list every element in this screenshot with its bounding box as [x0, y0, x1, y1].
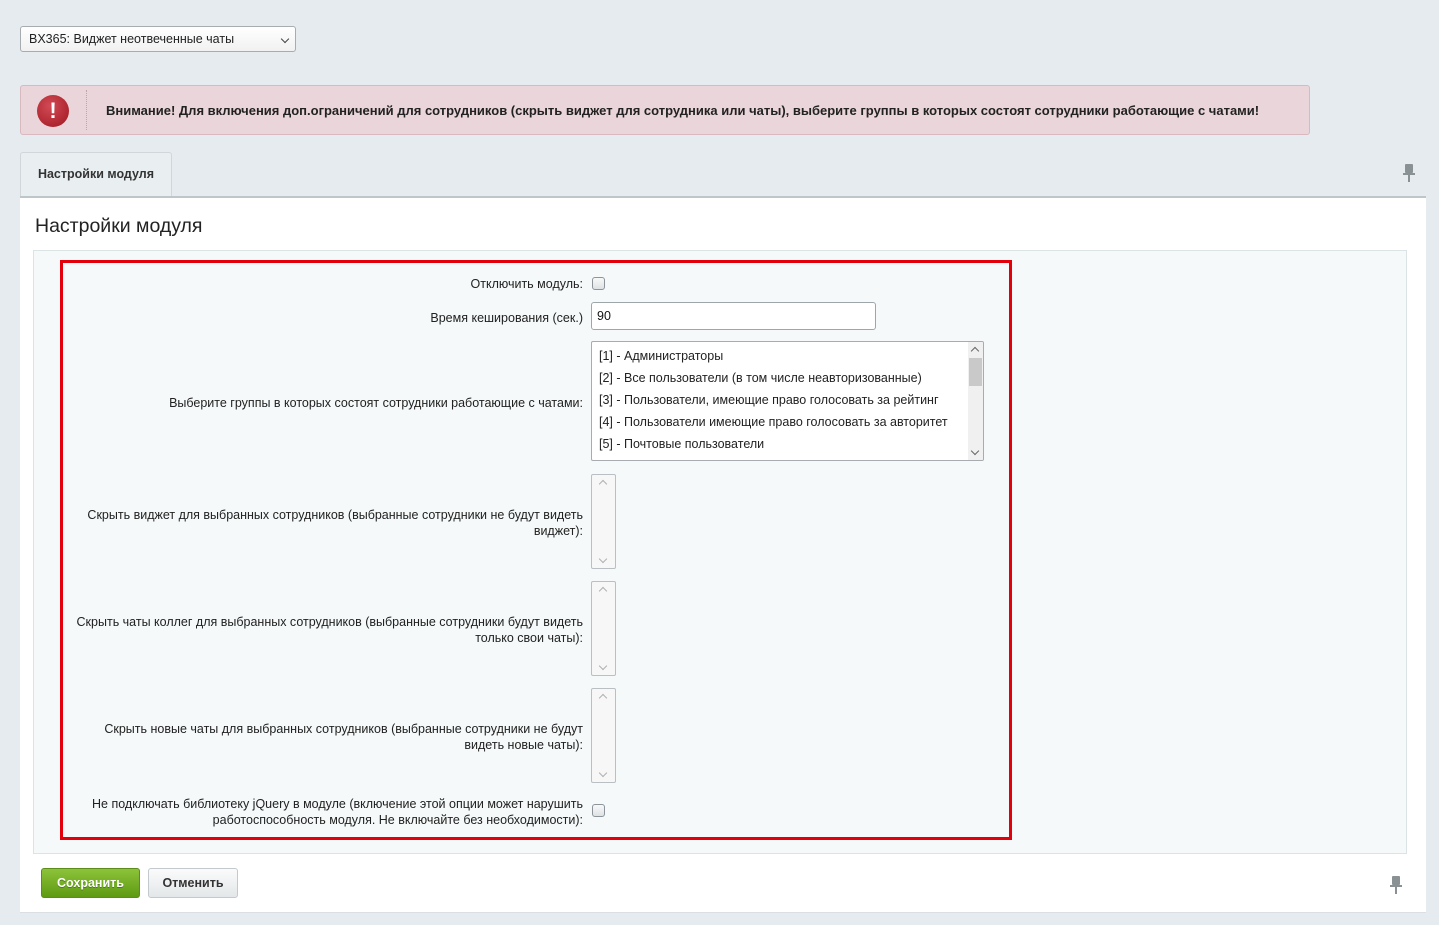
- tab-module-settings[interactable]: Настройки модуля: [20, 152, 172, 198]
- exclamation-icon: !: [37, 95, 69, 127]
- hide-new-chats-label: Скрыть новые чаты для выбранных сотрудни…: [104, 722, 583, 752]
- no-jquery-checkbox[interactable]: [592, 804, 605, 817]
- scroll-up-icon: [598, 479, 608, 489]
- disable-module-checkbox[interactable]: [592, 277, 605, 290]
- scroll-down-icon: [598, 768, 608, 778]
- no-jquery-label: Не подключать библиотеку jQuery в модуле…: [92, 797, 583, 827]
- scroll-up-icon[interactable]: [970, 346, 980, 356]
- module-select-value: BX365: Виджет неотвеченные чаты: [29, 32, 235, 46]
- cancel-button[interactable]: Отменить: [148, 868, 238, 898]
- pin-icon[interactable]: [1403, 164, 1415, 182]
- scroll-down-icon: [598, 554, 608, 564]
- hide-colleague-chats-users-list[interactable]: [591, 581, 616, 676]
- save-button[interactable]: Сохранить: [41, 868, 140, 898]
- group-option[interactable]: [1] - Администраторы: [599, 348, 948, 370]
- warning-alert: ! Внимание! Для включения доп.ограничени…: [20, 85, 1310, 135]
- hide-colleague-chats-label: Скрыть чаты коллег для выбранных сотрудн…: [76, 615, 583, 645]
- cache-time-input[interactable]: 90: [591, 302, 876, 330]
- group-option[interactable]: [5] - Почтовые пользователи: [599, 436, 948, 458]
- alert-text: Внимание! Для включения доп.ограничений …: [106, 103, 1260, 118]
- groups-listbox[interactable]: [1] - Администраторы [2] - Все пользоват…: [591, 341, 984, 461]
- hide-widget-users-list[interactable]: [591, 474, 616, 569]
- group-option[interactable]: [2] - Все пользователи (в том числе неав…: [599, 370, 948, 392]
- group-option[interactable]: [4] - Пользователи имеющие право голосов…: [599, 414, 948, 436]
- module-select[interactable]: BX365: Виджет неотвеченные чаты: [20, 26, 296, 52]
- hide-new-chats-users-list[interactable]: [591, 688, 616, 783]
- scroll-down-icon[interactable]: [970, 446, 980, 456]
- scroll-up-icon: [598, 586, 608, 596]
- scroll-up-icon: [598, 693, 608, 703]
- alert-divider: [86, 90, 87, 130]
- chevron-down-icon: [280, 34, 290, 44]
- scroll-down-icon: [598, 661, 608, 671]
- settings-panel: Настройки модуля Отключить модуль: Время…: [20, 196, 1426, 913]
- pin-icon[interactable]: [1390, 876, 1402, 894]
- groups-label: Выберите группы в которых состоят сотруд…: [169, 396, 583, 410]
- page-title: Настройки модуля: [35, 215, 203, 237]
- scroll-thumb[interactable]: [969, 358, 982, 386]
- groups-scrollbar[interactable]: [968, 342, 983, 460]
- hide-widget-label: Скрыть виджет для выбранных сотрудников …: [87, 508, 583, 538]
- cache-time-label: Время кеширования (сек.): [430, 311, 583, 325]
- group-option[interactable]: [3] - Пользователи, имеющие право голосо…: [599, 392, 948, 414]
- disable-module-label: Отключить модуль:: [470, 277, 583, 291]
